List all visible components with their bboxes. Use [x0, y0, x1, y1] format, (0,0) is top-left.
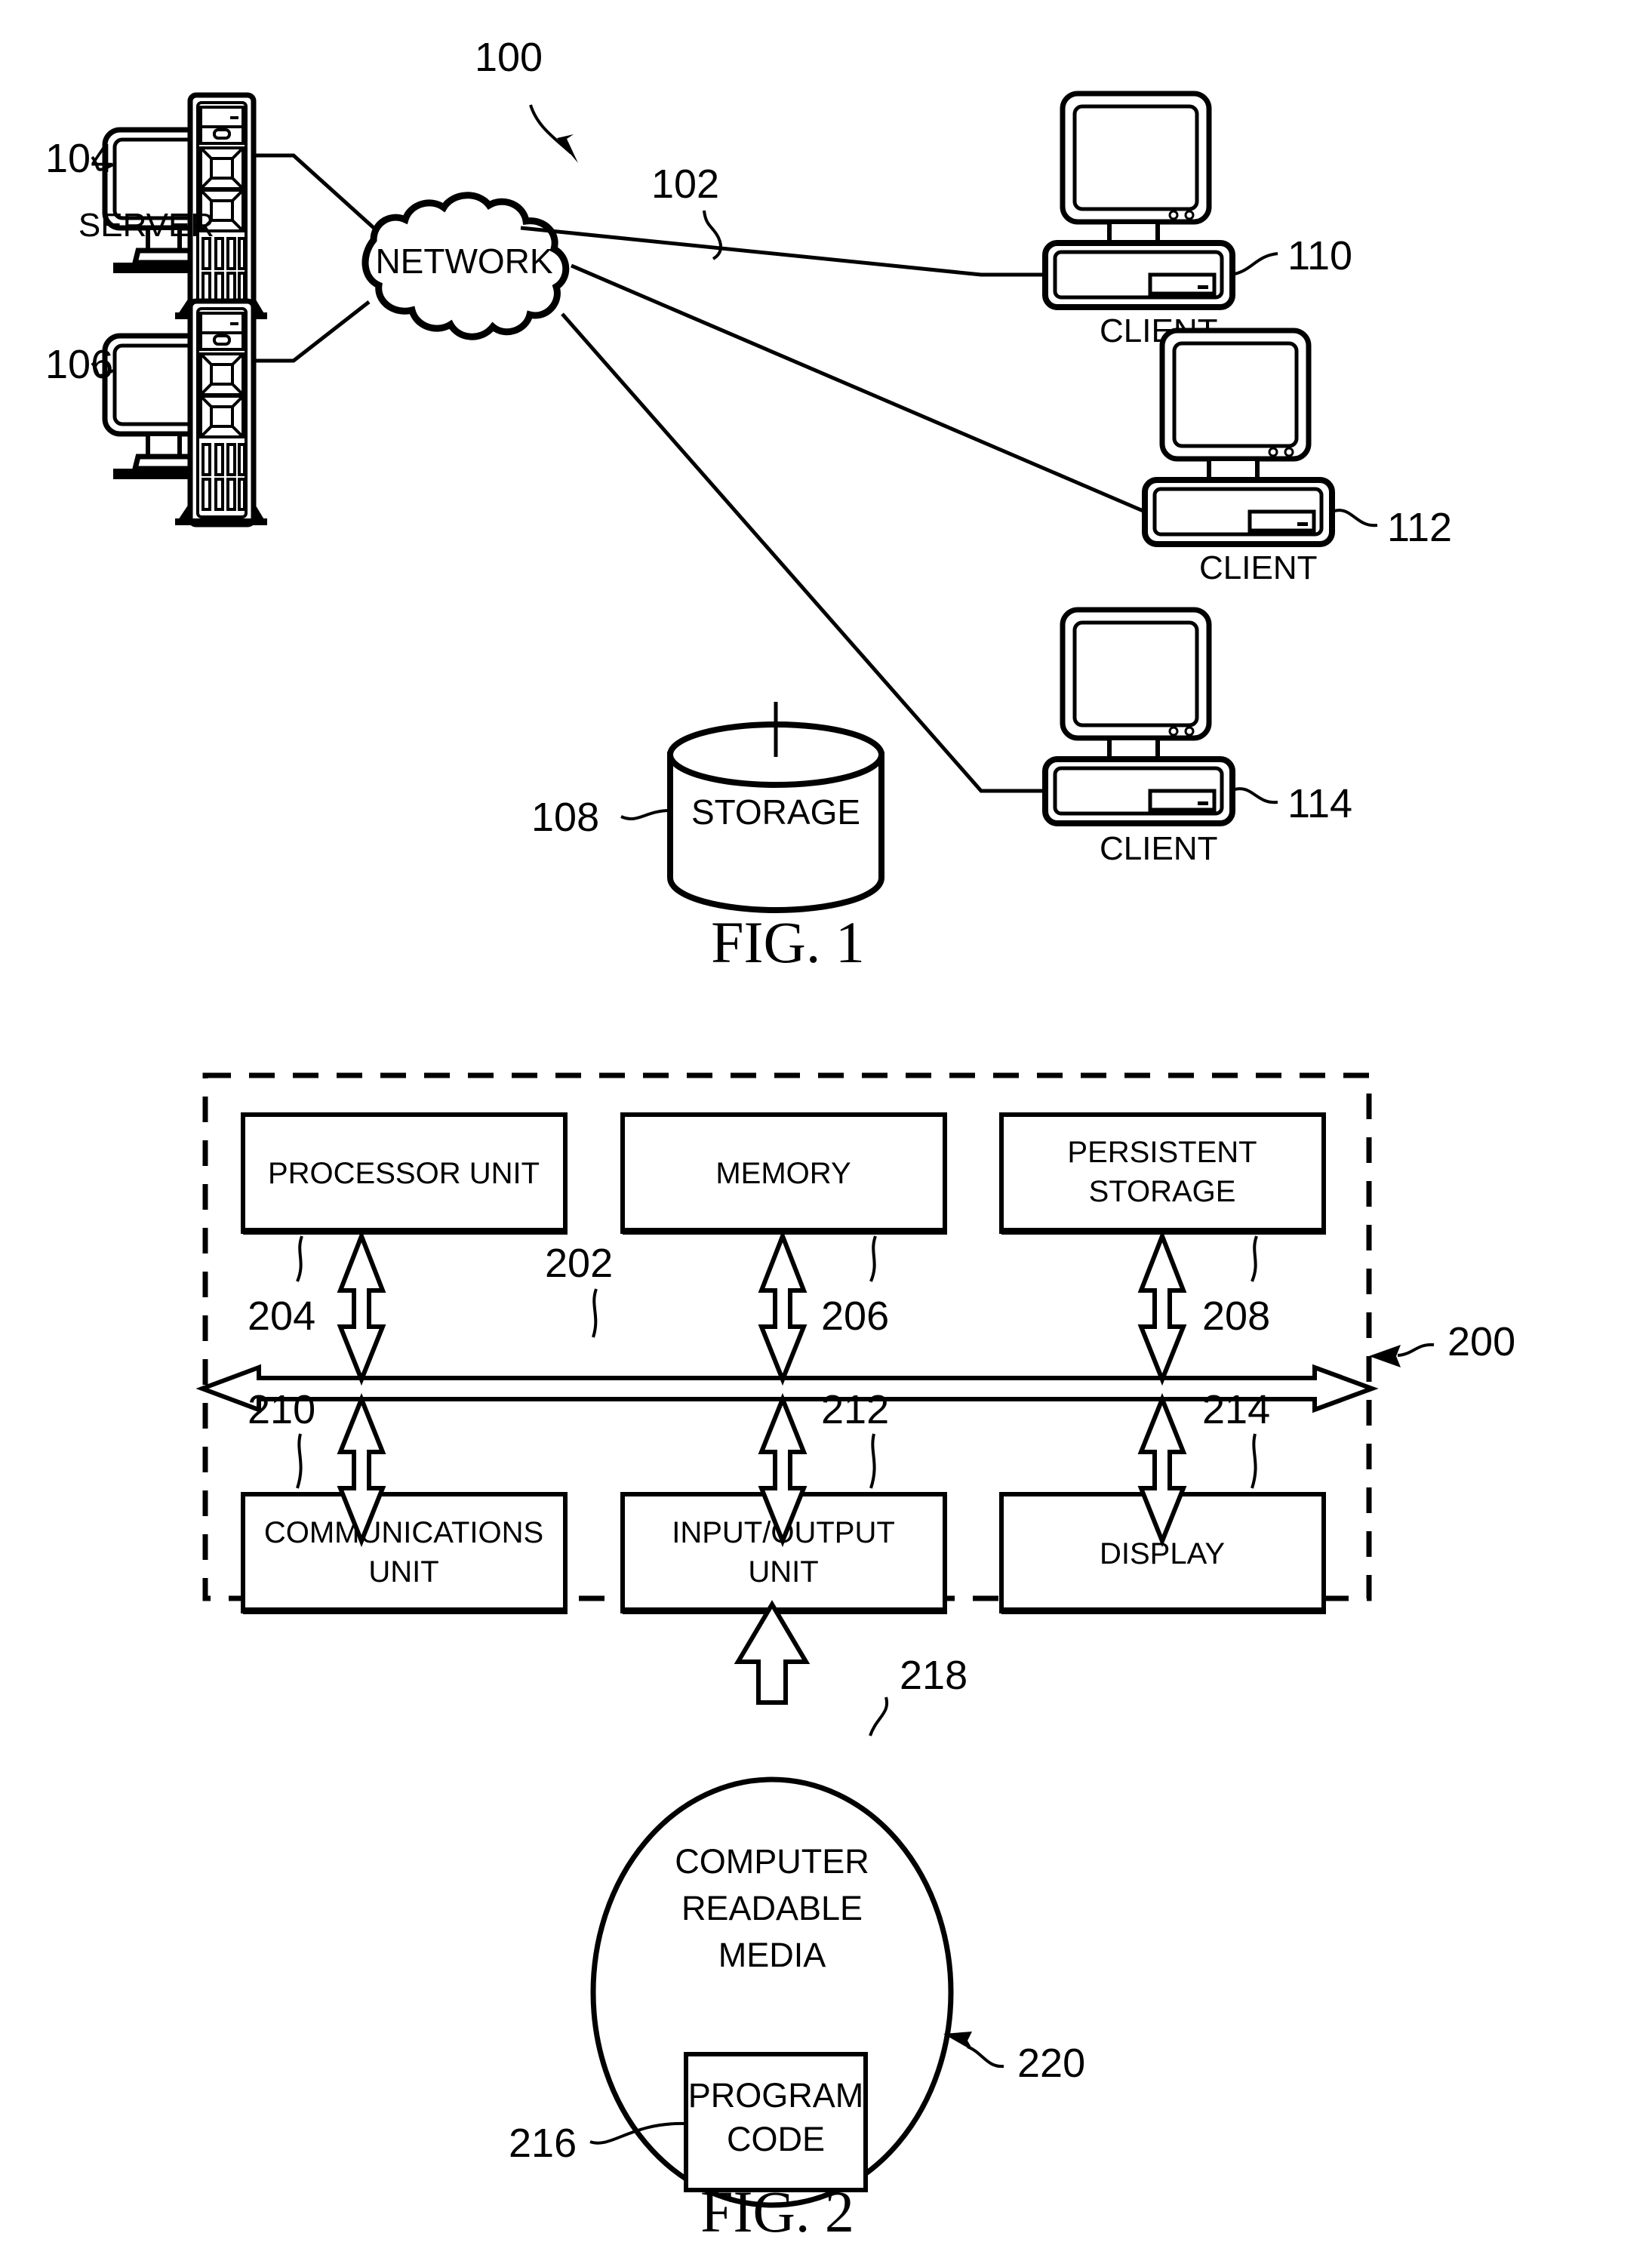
- processor-unit-label: PROCESSOR UNIT: [268, 1157, 540, 1190]
- persistent-storage-label-line2: STORAGE: [1089, 1175, 1236, 1208]
- ref-220-leader: [943, 2032, 1004, 2069]
- ref-108-leader: [620, 809, 671, 821]
- block-communications-unit: [241, 1492, 568, 1614]
- storage-label: STORAGE: [691, 792, 860, 832]
- ref-110: 110: [1287, 233, 1352, 278]
- ref-208: 208: [1202, 1293, 1270, 1339]
- ref-200: 200: [1447, 1319, 1515, 1364]
- ref-206-leader: [869, 1235, 877, 1282]
- ref-202-leader: [592, 1288, 598, 1338]
- link-network-client110: [520, 226, 1045, 277]
- ref-112-leader: [1334, 509, 1378, 528]
- client-110-icon: [1042, 91, 1235, 310]
- ref-218: 218: [900, 1653, 968, 1698]
- media-load-arrow: [734, 1600, 811, 1705]
- ref-208-leader: [1251, 1235, 1258, 1282]
- ref-220: 220: [1017, 2041, 1085, 2086]
- network-label: NETWORK: [375, 241, 552, 281]
- ref-216: 216: [509, 2121, 577, 2166]
- program-code-label-line2: CODE: [727, 2120, 825, 2158]
- client-112-icon: [1142, 328, 1335, 547]
- client-114-label: CLIENT: [1100, 830, 1217, 867]
- ref-212-leader: [869, 1433, 876, 1489]
- bus-connector-204: [337, 1229, 386, 1386]
- memory-label: MEMORY: [715, 1157, 851, 1190]
- communications-unit-label-line1: COMMUNICATIONS: [264, 1516, 543, 1549]
- ref-214-leader: [1251, 1433, 1257, 1489]
- program-code-label-line1: PROGRAM: [688, 2076, 864, 2115]
- ref-102-leader: [703, 210, 723, 260]
- ref-200-leader: [1369, 1343, 1435, 1367]
- patent-drawing-sheet: SERVER 104 106 NETWORK 102 CLIENT 110 CL…: [0, 0, 1652, 2267]
- ref-206: 206: [821, 1293, 889, 1339]
- bus-connector-206: [758, 1229, 808, 1386]
- ref-204: 204: [248, 1293, 315, 1339]
- media-label-line1: COMPUTER: [675, 1842, 869, 1881]
- ref-114: 114: [1287, 781, 1352, 826]
- ref-218-leader: [869, 1696, 889, 1736]
- ref-210: 210: [248, 1387, 315, 1432]
- link-network-client114: [561, 312, 1045, 793]
- ref-210-leader: [296, 1433, 303, 1489]
- fig1-caption: FIG. 1: [711, 909, 865, 975]
- fig2-caption: FIG. 2: [700, 2179, 854, 2244]
- media-label-line3: MEDIA: [718, 1936, 826, 1974]
- ref-110-leader: [1234, 252, 1278, 275]
- ref-214: 214: [1202, 1387, 1270, 1432]
- communications-unit-label-line2: UNIT: [368, 1555, 438, 1589]
- ref-102: 102: [651, 161, 719, 207]
- ref-204-leader: [296, 1235, 303, 1282]
- client-114-icon: [1042, 607, 1235, 826]
- ref-100: 100: [475, 35, 543, 80]
- ref-104: 104: [45, 136, 113, 181]
- input-output-unit-label-line2: UNIT: [748, 1555, 818, 1589]
- media-label-line2: READABLE: [681, 1889, 863, 1927]
- server-106-tower-icon: [175, 298, 267, 528]
- ref-106: 106: [45, 342, 113, 387]
- ref-212: 212: [821, 1387, 889, 1432]
- ref-100-leader: [529, 104, 578, 163]
- client-112-label: CLIENT: [1199, 549, 1317, 586]
- ref-108: 108: [531, 795, 599, 840]
- ref-114-leader: [1234, 787, 1278, 804]
- link-server106-network: [254, 300, 371, 363]
- bus-connector-208: [1137, 1229, 1187, 1386]
- ref-202: 202: [545, 1241, 613, 1286]
- server-104-label: SERVER: [78, 207, 214, 244]
- persistent-storage-label-line1: PERSISTENT: [1067, 1136, 1257, 1169]
- ref-112: 112: [1387, 505, 1452, 550]
